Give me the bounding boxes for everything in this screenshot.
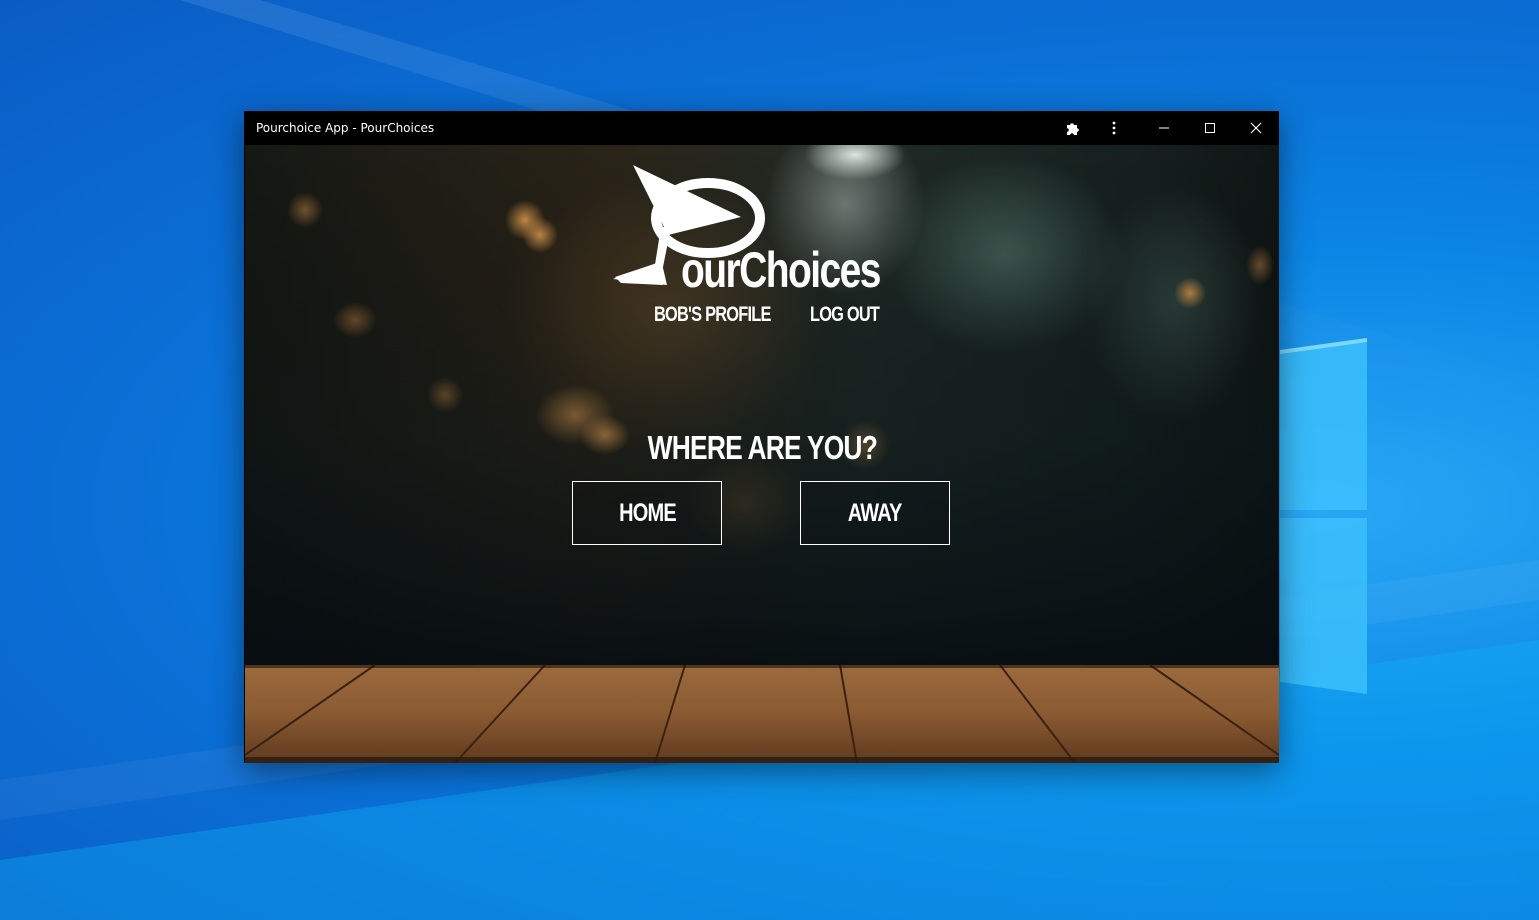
home-button-label: HOME bbox=[618, 498, 677, 527]
logout-link[interactable]: LOG OUT bbox=[810, 303, 880, 327]
menu-button[interactable] bbox=[1091, 111, 1137, 145]
window-title: Pourchoice App - PourChoices bbox=[256, 121, 435, 135]
home-button[interactable]: HOME bbox=[572, 481, 722, 545]
location-question: WHERE ARE YOU? bbox=[245, 429, 1279, 467]
title-bar[interactable]: Pourchoice App - PourChoices bbox=[244, 111, 1279, 145]
profile-link[interactable]: BOB'S PROFILE bbox=[654, 303, 771, 327]
location-question-text: WHERE ARE YOU? bbox=[647, 429, 877, 466]
close-icon bbox=[1250, 122, 1262, 134]
minimize-icon bbox=[1159, 127, 1169, 129]
vertical-ellipsis-icon bbox=[1112, 121, 1116, 135]
puzzle-piece-icon bbox=[1067, 123, 1079, 135]
maximize-button[interactable] bbox=[1187, 111, 1233, 145]
minimize-button[interactable] bbox=[1141, 111, 1187, 145]
windows-logo bbox=[1280, 338, 1367, 694]
app-window: Pourchoice App - PourChoices ourChoices … bbox=[244, 111, 1279, 763]
extensions-button[interactable] bbox=[1050, 111, 1096, 145]
brand-name: ourChoices bbox=[681, 242, 882, 298]
away-button[interactable]: AWAY bbox=[800, 481, 950, 545]
close-button[interactable] bbox=[1233, 111, 1279, 145]
away-button-label: AWAY bbox=[848, 498, 903, 527]
app-content: ourChoices BOB'S PROFILE LOG OUT WHERE A… bbox=[245, 145, 1279, 763]
maximize-icon bbox=[1205, 123, 1215, 133]
